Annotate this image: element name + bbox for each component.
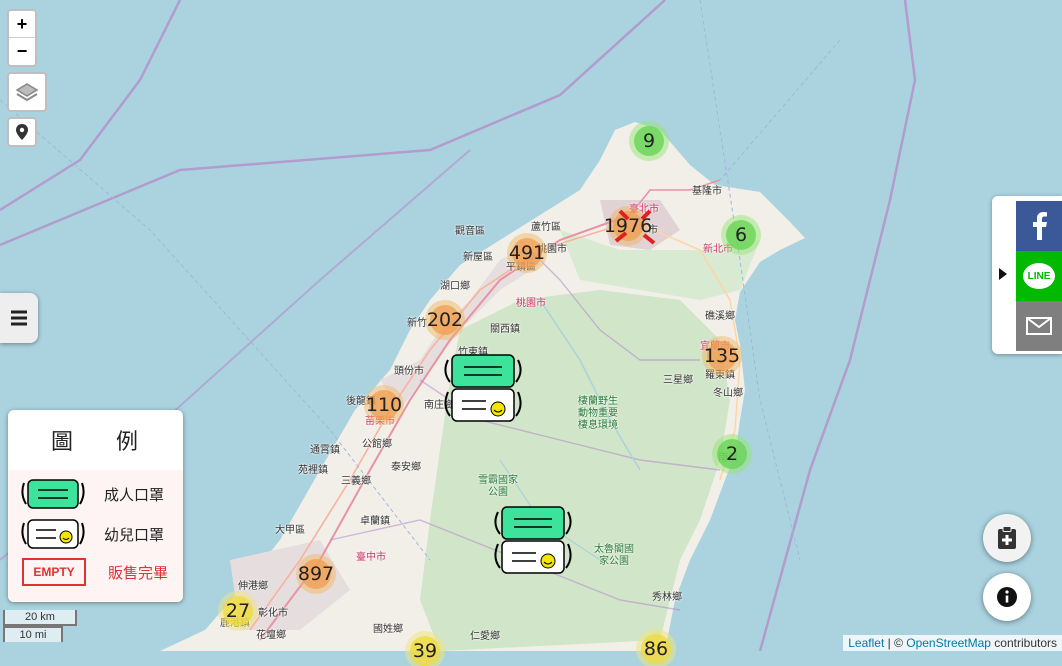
place-guanxi: 關西鎮 [490, 324, 520, 335]
share-panel: LINE [992, 196, 1062, 354]
cluster-marker[interactable]: 491 [509, 238, 545, 268]
mail-icon [1026, 317, 1052, 335]
place-luzhu: 蘆竹區 [531, 222, 561, 233]
place-jiaoxi: 礁溪鄉 [705, 311, 735, 322]
scale-metric: 20 km [3, 610, 77, 626]
cluster-marker[interactable]: 2 [717, 439, 747, 469]
place-sanyi: 三義鄉 [341, 476, 371, 487]
mask-marker[interactable] [442, 352, 524, 424]
report-button[interactable] [983, 514, 1031, 562]
place-wildlife-area: 棲蘭野生 動物重要 棲息環境 [578, 396, 618, 431]
legend-title: 圖 例 [51, 430, 156, 455]
attribution-separator: | © [884, 636, 907, 650]
child-mask-icon [21, 519, 85, 549]
info-icon [997, 587, 1017, 607]
cluster-marker[interactable]: 202 [427, 305, 463, 335]
place-taian: 泰安鄉 [391, 462, 421, 473]
line-share-button[interactable]: LINE [1016, 251, 1062, 301]
locate-button[interactable] [7, 117, 37, 147]
place-tongxiao: 通霄鎮 [310, 445, 340, 456]
scale-imperial: 10 mi [3, 626, 63, 642]
layers-icon [15, 83, 39, 102]
leaflet-link[interactable]: Leaflet [848, 636, 884, 650]
cluster-marker[interactable]: 110 [366, 390, 402, 420]
hamburger-menu-icon [11, 310, 27, 326]
caret-right-icon[interactable] [998, 267, 1008, 281]
legend-label: 成人口罩 [104, 485, 165, 504]
facebook-icon [1033, 212, 1047, 240]
adult-mask-icon [21, 479, 85, 509]
empty-stamp-icon: EMPTY [22, 558, 86, 586]
line-icon-text: LINE [1027, 270, 1051, 282]
legend-body: 成人口罩 幼兒口罩 EMPTY 販售完畢 [8, 470, 183, 602]
cluster-marker[interactable]: 39 [410, 636, 440, 666]
place-shengang: 伸港鄉 [238, 581, 268, 592]
legend-item: 幼兒口罩 [20, 518, 164, 550]
osm-link[interactable]: OpenStreetMap [906, 636, 991, 650]
legend-panel: 圖 例 成人口罩 幼兒口罩 EMPTY 販售完畢 [8, 410, 183, 602]
place-xinwu: 新屋區 [463, 252, 493, 263]
place-dongshan: 冬山鄉 [713, 388, 743, 399]
legend-item: 成人口罩 [20, 478, 164, 510]
menu-toggle-button[interactable] [0, 293, 38, 343]
map-attribution: Leaflet | © OpenStreetMap contributors [843, 635, 1062, 651]
cluster-marker[interactable]: 9 [634, 126, 664, 156]
place-sanxing: 三星鄉 [663, 375, 693, 386]
info-button[interactable] [983, 573, 1031, 621]
place-xiulin: 秀林鄉 [652, 592, 682, 603]
legend-item: EMPTY 販售完畢 [20, 558, 168, 586]
place-zhuolan: 卓蘭鎮 [360, 516, 390, 527]
place-dajia: 大甲區 [275, 525, 305, 536]
place-taoyuan: 桃園市 [516, 298, 546, 309]
place-toufen: 頭份市 [394, 366, 424, 377]
layers-button[interactable] [7, 72, 47, 112]
cluster-marker[interactable]: 27 [223, 596, 253, 626]
mail-share-button[interactable] [1016, 301, 1062, 351]
cluster-marker[interactable]: 135 [704, 341, 740, 371]
map-pin-icon [16, 124, 28, 140]
clipboard-plus-icon [998, 526, 1016, 549]
zoom-in-button[interactable]: + [9, 11, 35, 38]
spider-lines [614, 209, 656, 245]
cluster-marker[interactable]: 6 [726, 220, 756, 250]
attribution-suffix: contributors [990, 636, 1057, 650]
cluster-marker[interactable]: 897 [298, 559, 334, 589]
place-taichung: 臺中市 [356, 552, 386, 563]
place-hukou: 湖口鄉 [440, 281, 470, 292]
zoom-control: + − [7, 9, 37, 67]
place-guanyin: 觀音區 [455, 226, 485, 237]
place-changhua: 彰化市 [258, 608, 288, 619]
place-huatan: 花壇鄉 [256, 630, 286, 641]
legend-label: 幼兒口罩 [104, 525, 165, 544]
scale-bar: 20 km 10 mi [3, 610, 77, 642]
place-shei-pa-park: 雪霸國家 公園 [478, 475, 518, 498]
place-yuanli: 苑裡鎮 [298, 465, 328, 476]
legend-label: 販售完畢 [108, 563, 169, 582]
cluster-marker[interactable]: 86 [641, 634, 671, 664]
place-taroko-park: 太魯閣國 家公園 [594, 544, 634, 567]
empty-stamp-text: EMPTY [33, 565, 75, 579]
place-renai: 仁愛鄉 [470, 631, 500, 642]
place-jilong: 基隆市 [692, 186, 722, 197]
place-guoxing: 國姓鄉 [373, 624, 403, 635]
line-icon: LINE [1023, 263, 1055, 289]
mask-marker[interactable] [492, 504, 574, 576]
zoom-out-button[interactable]: − [9, 38, 35, 64]
place-xinzhu: 新竹 [407, 318, 427, 329]
facebook-share-button[interactable] [1016, 201, 1062, 251]
place-gongguan: 公館鄉 [362, 439, 392, 450]
